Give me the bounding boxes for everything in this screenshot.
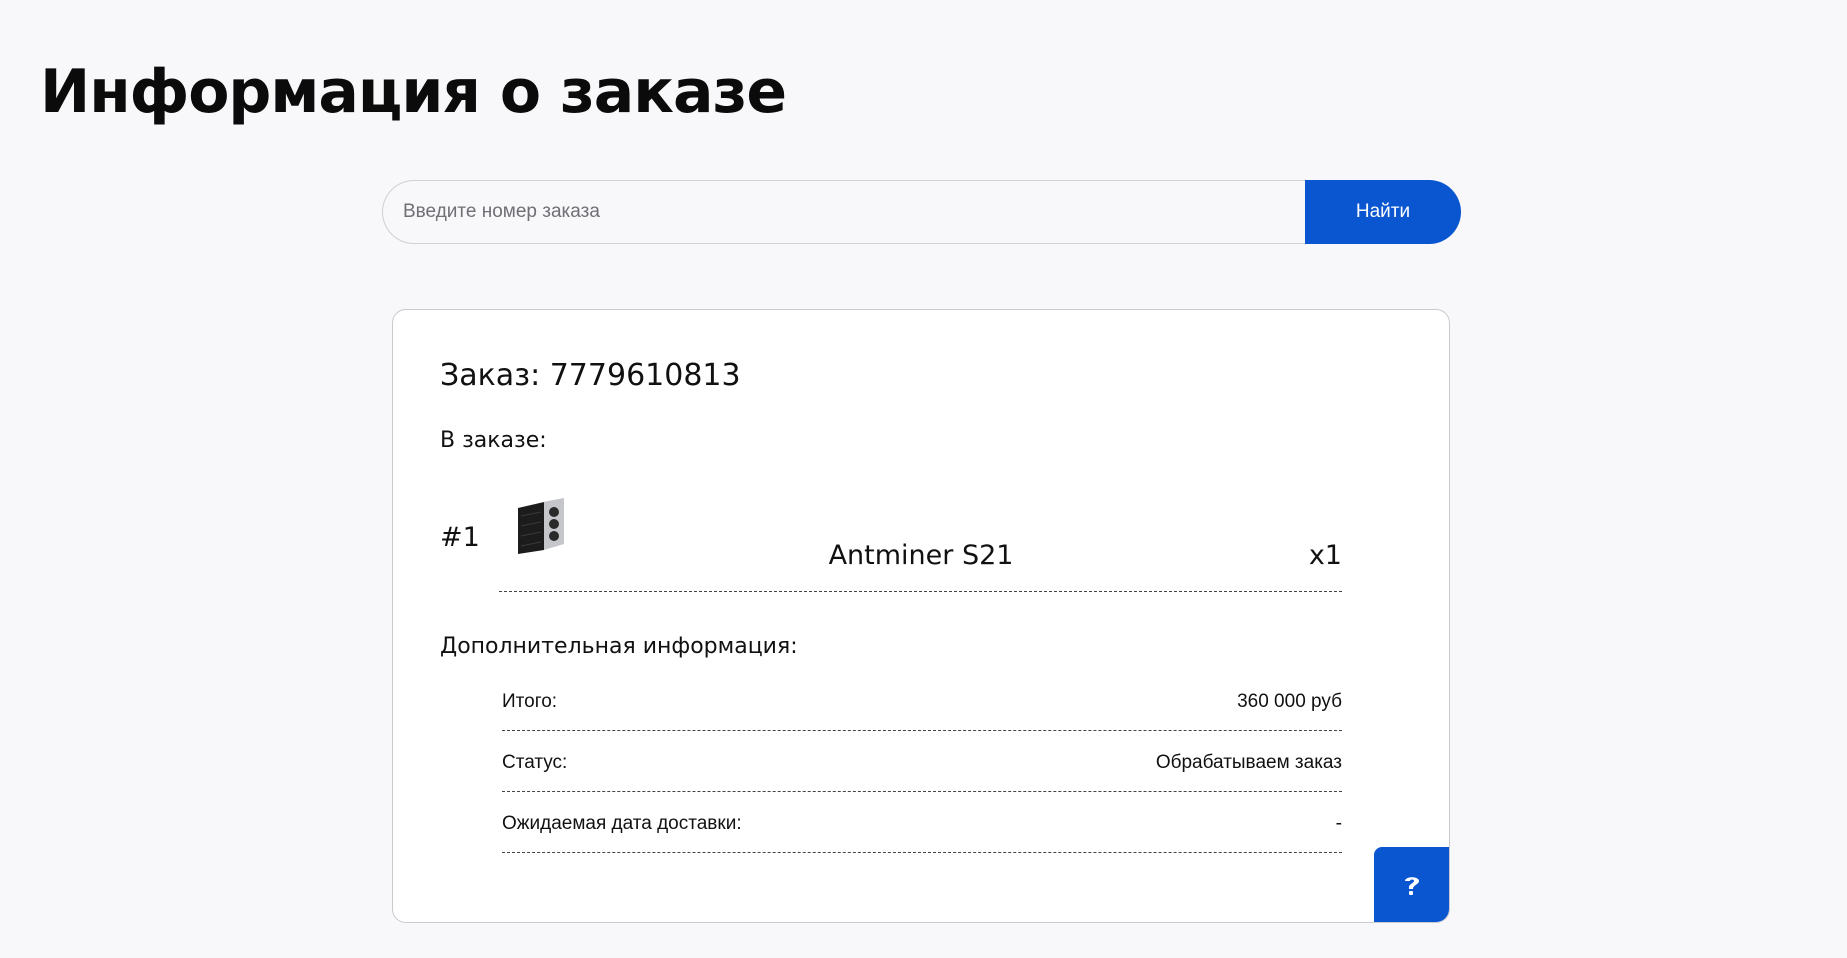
search-button[interactable]: Найти [1305,180,1461,244]
info-row-total: Итого: 360 000 руб [502,670,1342,731]
info-value: - [1335,813,1342,834]
help-button[interactable] [1374,847,1449,922]
order-item-name: Antminer S21 [828,540,1014,571]
page-title: Информация о заказе [40,57,787,127]
additional-info-label: Дополнительная информация: [440,634,798,659]
info-value: Обрабатываем заказ [1155,752,1342,773]
info-value: 360 000 руб [1237,691,1342,712]
order-item-quantity: x1 [1308,540,1342,571]
info-label: Итого: [502,691,558,712]
order-item-row: #1 Antminer S21 x1 [440,490,1342,592]
divider [499,591,1342,592]
info-row-delivery-date: Ожидаемая дата доставки: - [502,792,1342,853]
order-search-bar: Найти [382,180,1461,244]
info-label: Статус: [502,752,568,773]
question-mark-icon [1404,876,1419,895]
order-number-input[interactable] [382,180,1305,244]
order-heading: Заказ: 7779610813 [440,358,741,393]
order-items-label: В заказе: [440,428,547,453]
info-label: Ожидаемая дата доставки: [502,813,742,834]
order-item-number: #1 [440,522,480,553]
info-row-status: Статус: Обрабатываем заказ [502,731,1342,792]
additional-info-list: Итого: 360 000 руб Статус: Обрабатываем … [502,670,1342,853]
order-card: Заказ: 7779610813 В заказе: #1 Antminer … [392,309,1450,923]
